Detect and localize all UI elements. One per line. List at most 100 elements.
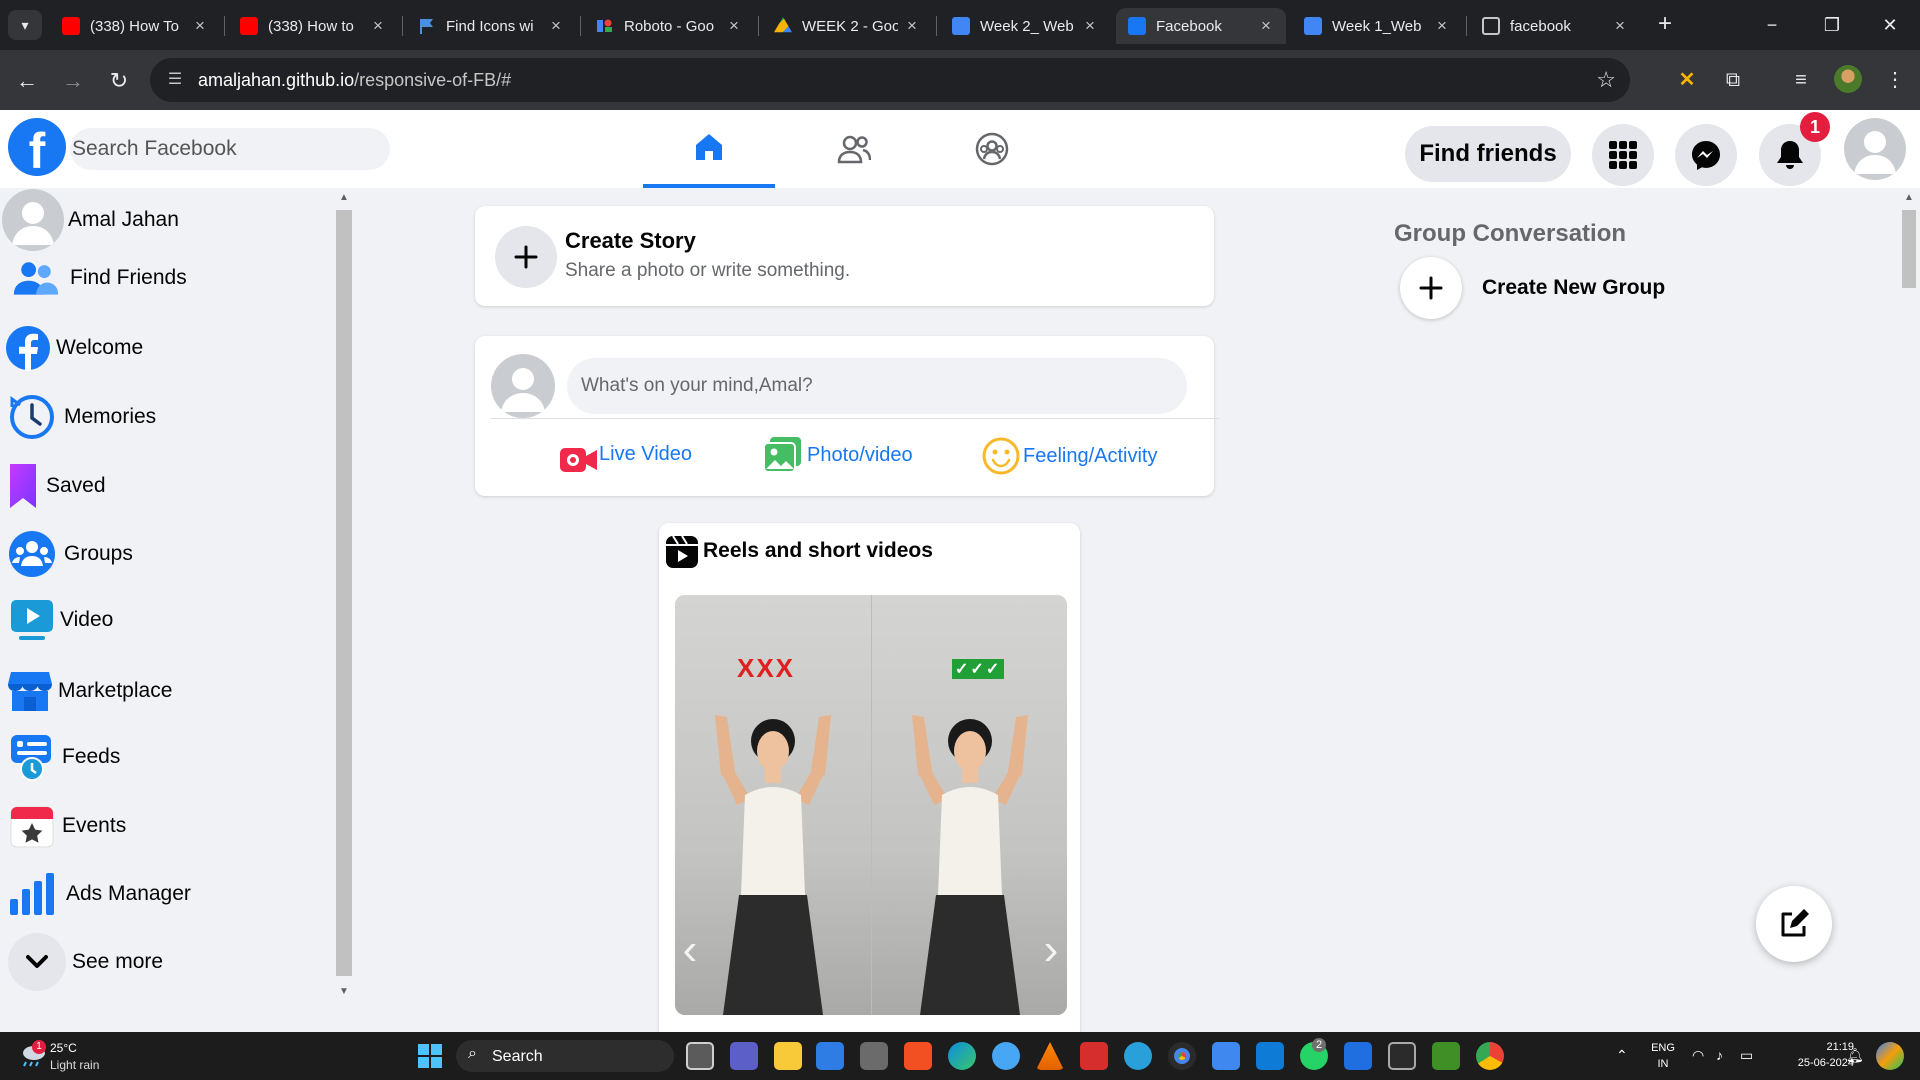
sidebar-item-ads-manager[interactable]: Ads Manager xyxy=(0,866,191,922)
media-control-icon[interactable]: ≡ xyxy=(1786,65,1816,95)
mcafee-icon[interactable] xyxy=(1080,1042,1108,1070)
close-window-button[interactable]: ✕ xyxy=(1870,10,1910,40)
weather-condition[interactable]: Light rain xyxy=(50,1058,99,1072)
vlc-icon[interactable] xyxy=(1036,1042,1064,1070)
site-info-icon[interactable]: ☰ xyxy=(164,69,186,91)
sidebar-item-events[interactable]: Events xyxy=(0,798,126,854)
back-button[interactable]: ← xyxy=(10,64,44,98)
copilot-icon[interactable] xyxy=(1876,1042,1904,1070)
clock-time[interactable]: 21:19 xyxy=(1770,1041,1854,1053)
volume-icon[interactable]: ♪ xyxy=(1716,1047,1723,1063)
language-top[interactable]: ENG xyxy=(1646,1042,1680,1054)
sidebar-item-marketplace[interactable]: Marketplace xyxy=(0,663,172,719)
reel-video-thumbnail[interactable]: XXX ‹ ✓✓✓ › xyxy=(675,595,1067,1015)
file-explorer-icon[interactable] xyxy=(774,1042,802,1070)
clock-date[interactable]: 25-06-2024 xyxy=(1770,1057,1854,1069)
nav-friends[interactable] xyxy=(788,110,920,188)
minimize-button[interactable]: − xyxy=(1752,10,1792,40)
feeling-activity-button[interactable]: Feeling/Activity xyxy=(981,436,1158,476)
sidebar-item-see-more[interactable]: See more xyxy=(0,933,163,991)
notepad-icon[interactable] xyxy=(1212,1042,1240,1070)
vscode-icon[interactable] xyxy=(1256,1042,1284,1070)
close-tab-icon[interactable]: × xyxy=(1258,16,1274,36)
create-story-card[interactable]: Create Story Share a photo or write some… xyxy=(475,206,1214,306)
reel-next-arrow[interactable]: › xyxy=(1036,925,1066,975)
new-tab-button[interactable]: + xyxy=(1650,10,1680,40)
language-bottom[interactable]: IN xyxy=(1646,1058,1680,1070)
restore-button[interactable]: ❐ xyxy=(1812,10,1852,40)
teams-icon[interactable] xyxy=(730,1042,758,1070)
reload-button[interactable]: ↻ xyxy=(102,64,136,98)
photo-video-button[interactable]: Photo/video xyxy=(763,436,913,474)
browser-tab[interactable]: Week 1_Web × xyxy=(1292,8,1462,44)
browser-tab[interactable]: (338) How to × xyxy=(228,8,398,44)
reel-prev-arrow[interactable]: ‹ xyxy=(675,925,705,975)
search-input[interactable] xyxy=(70,128,390,170)
task-view-icon[interactable] xyxy=(686,1042,714,1070)
close-tab-icon[interactable]: × xyxy=(548,16,564,36)
browser-tab[interactable]: (338) How To × xyxy=(50,8,220,44)
browser-tab[interactable]: WEEK 2 - Goo × xyxy=(762,8,932,44)
telegram-icon[interactable] xyxy=(1124,1042,1152,1070)
create-new-group-button[interactable] xyxy=(1400,257,1462,319)
close-tab-icon[interactable]: × xyxy=(370,16,386,36)
weather-temperature[interactable]: 25°C xyxy=(50,1041,77,1055)
sidebar-item-video[interactable]: Video xyxy=(0,592,113,648)
close-tab-icon[interactable]: × xyxy=(1082,16,1098,36)
profile-avatar[interactable] xyxy=(1844,118,1906,180)
sidebar-item-saved[interactable]: Saved xyxy=(0,458,106,514)
camera-icon[interactable] xyxy=(860,1042,888,1070)
find-friends-button[interactable]: Find friends xyxy=(1405,126,1571,182)
facebook-logo[interactable]: f xyxy=(8,118,66,176)
sidebar-item-groups[interactable]: Groups xyxy=(0,526,133,582)
mdbook-icon[interactable] xyxy=(904,1042,932,1070)
create-new-group-label[interactable]: Create New Group xyxy=(1482,276,1665,300)
sidebar-item-memories[interactable]: Memories xyxy=(0,389,156,445)
menu-button[interactable] xyxy=(1592,124,1654,186)
sidebar-item-find-friends[interactable]: Find Friends xyxy=(0,250,187,306)
close-tab-icon[interactable]: × xyxy=(904,16,920,36)
url-text[interactable]: amaljahan.github.io/responsive-of-FB/# xyxy=(198,70,511,91)
photos-icon[interactable] xyxy=(1344,1042,1372,1070)
help-icon[interactable] xyxy=(992,1042,1020,1070)
close-tab-icon[interactable]: × xyxy=(726,16,742,36)
page-scrollbar-thumb[interactable] xyxy=(1902,210,1916,288)
close-tab-icon[interactable]: × xyxy=(1612,16,1628,36)
messenger-button[interactable] xyxy=(1675,124,1737,186)
close-tab-icon[interactable]: × xyxy=(1434,16,1450,36)
chrome-icon[interactable] xyxy=(1168,1042,1196,1070)
scroll-up-arrow[interactable]: ▲ xyxy=(338,192,350,203)
browser-menu-icon[interactable]: ⋮ xyxy=(1880,65,1910,95)
start-button[interactable] xyxy=(418,1044,442,1068)
extensions-puzzle-icon[interactable]: ⧉ xyxy=(1718,65,1748,95)
nav-groups[interactable] xyxy=(926,110,1058,188)
browser-tab[interactable]: Week 2_ Web × xyxy=(940,8,1110,44)
address-bar[interactable]: ☰ amaljahan.github.io/responsive-of-FB/#… xyxy=(150,58,1630,102)
forward-button[interactable]: → xyxy=(56,64,90,98)
sidebar-scrollbar-thumb[interactable] xyxy=(336,210,352,976)
whats-on-your-mind-input[interactable] xyxy=(567,358,1187,414)
browser-tab[interactable]: Find Icons wi × xyxy=(406,8,576,44)
notification-bell-icon[interactable]: 🔔︎ xyxy=(1846,1047,1864,1064)
chrome-icon[interactable] xyxy=(1476,1042,1504,1070)
tab-search-button[interactable]: ▾ xyxy=(8,10,42,40)
microsoft-store-icon[interactable] xyxy=(816,1042,844,1070)
scroll-down-arrow[interactable]: ▼ xyxy=(338,986,350,997)
bookmark-star-icon[interactable]: ☆ xyxy=(1596,67,1616,93)
battery-icon[interactable]: ▭ xyxy=(1740,1047,1753,1064)
extension-icon[interactable]: ✕ xyxy=(1672,65,1702,95)
sidebar-item-welcome[interactable]: Welcome xyxy=(0,320,143,376)
browser-profile-avatar[interactable] xyxy=(1834,65,1862,93)
chevron-up-icon[interactable]: ⌃ xyxy=(1616,1047,1628,1064)
terminal-icon[interactable] xyxy=(1388,1042,1416,1070)
browser-tab[interactable]: Roboto - Goo × xyxy=(584,8,754,44)
taskbar-search[interactable]: ⌕ Search xyxy=(456,1040,674,1072)
browser-tab-active[interactable]: Facebook × xyxy=(1116,8,1286,44)
sidebar-item-profile[interactable]: Amal Jahan xyxy=(0,189,179,251)
close-tab-icon[interactable]: × xyxy=(192,16,208,36)
create-story-button[interactable] xyxy=(495,226,557,288)
edge-icon[interactable] xyxy=(948,1042,976,1070)
live-video-button[interactable]: Live Video xyxy=(559,432,692,476)
pycharm-icon[interactable] xyxy=(1432,1042,1460,1070)
sidebar-item-feeds[interactable]: Feeds xyxy=(0,729,120,785)
